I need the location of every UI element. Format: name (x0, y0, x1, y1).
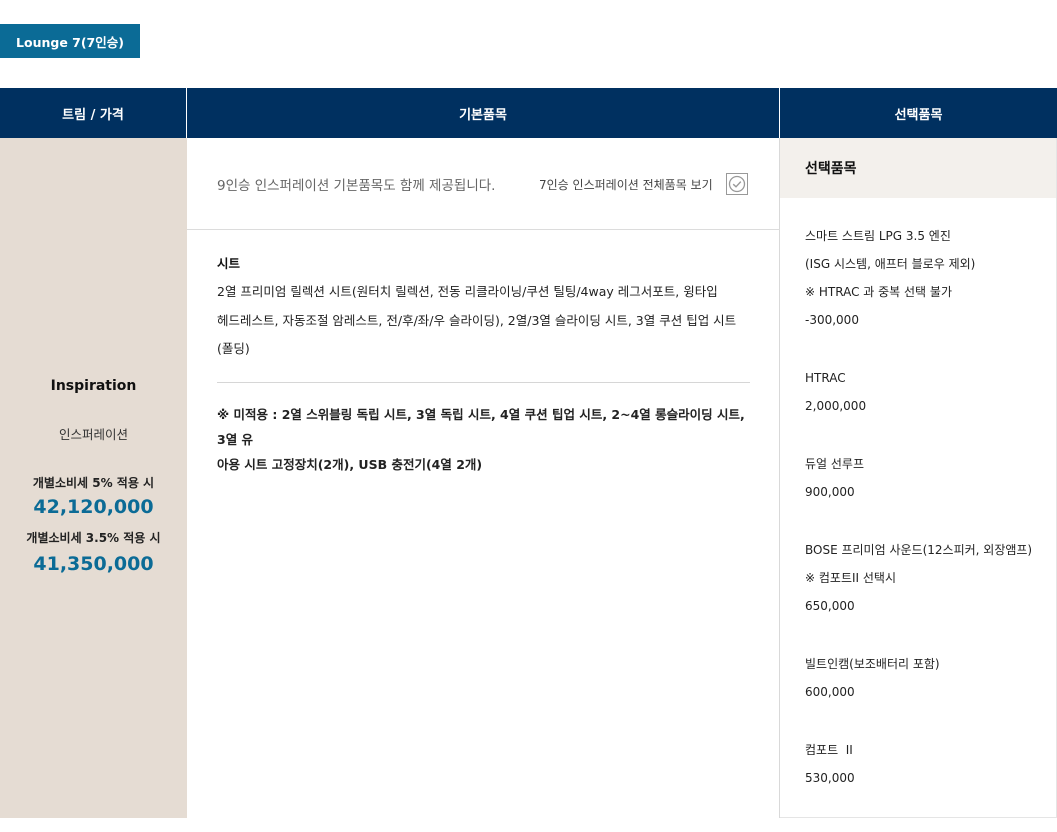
header-base-items: 기본품목 (187, 88, 780, 138)
note-line: ※ 미적용 : 2열 스위블링 독립 시트, 3열 독립 시트, 4열 쿠션 팁… (217, 407, 745, 447)
note-line: 아용 시트 고정장치(2개), USB 충전기(4열 2개) (217, 457, 483, 472)
option-item-dual-sunroof: 듀얼 선루프 900,000 (805, 450, 1050, 506)
option-line: 스마트 스트림 LPG 3.5 엔진 (805, 229, 951, 243)
seat-line: 헤드레스트, 자동조절 암레스트, 전/후/좌/우 슬라이딩), 2열/3열 슬… (217, 312, 737, 328)
table-body: Inspiration 인스퍼레이션 개별소비세 5% 적용 시 42,120,… (0, 138, 1057, 832)
option-items-column: 선택품목 스마트 스트림 LPG 3.5 엔진 (ISG 시스템, 애프터 블로… (780, 138, 1057, 818)
header-trim-price: 트림 / 가격 (0, 88, 187, 138)
check-circle-icon (728, 175, 746, 193)
option-item-builtin-cam: 빌트인캠(보조배터리 포함) 600,000 (805, 650, 1050, 706)
option-price: 600,000 (805, 685, 855, 699)
option-line: (ISG 시스템, 애프터 블로우 제외) (805, 257, 976, 271)
trim-name-korean: 인스퍼레이션 (58, 427, 128, 442)
trim-name: Inspiration (50, 378, 137, 394)
header-option-items: 선택품목 (894, 107, 943, 123)
seat-section: 시트 2열 프리미엄 릴렉션 시트(원터치 릴렉션, 전동 리클라이닝/쿠션 틸… (217, 250, 750, 364)
not-applied-note: ※ 미적용 : 2열 스위블링 독립 시트, 3열 독립 시트, 4열 쿠션 팁… (217, 402, 750, 477)
notice-row: 9인승 인스퍼레이션 기본품목도 함께 제공됩니다. 7인승 인스퍼레이션 전체… (187, 138, 780, 230)
option-price: 650,000 (805, 599, 855, 613)
tax-3-5-label: 개별소비세 3.5% 적용 시 (26, 531, 161, 545)
option-line: ※ HTRAC 과 중복 선택 불가 (805, 285, 952, 299)
seat-section-body: 2열 프리미엄 릴렉션 시트(원터치 릴렉션, 전동 리클라이닝/쿠션 틸팅/4… (217, 278, 750, 364)
option-item-lpg-engine: 스마트 스트림 LPG 3.5 엔진 (ISG 시스템, 애프터 블로우 제외)… (805, 222, 1050, 334)
option-price: 2,000,000 (805, 399, 867, 413)
option-item-htrac: HTRAC 2,000,000 (805, 364, 1050, 420)
trim-price-column: Inspiration 인스퍼레이션 개별소비세 5% 적용 시 42,120,… (0, 138, 187, 818)
option-line: HTRAC (805, 371, 846, 385)
option-line: 컴포트 II (805, 743, 853, 757)
option-line: 듀얼 선루프 (805, 457, 865, 471)
view-all-items-button[interactable] (726, 173, 748, 195)
option-line: 빌트인캠(보조배터리 포함) (805, 657, 940, 671)
seat-section-title: 시트 (217, 256, 241, 271)
seat-line: (폴딩) (217, 341, 250, 356)
notice-text: 9인승 인스퍼레이션 기본품목도 함께 제공됩니다. (217, 178, 496, 194)
option-price: 530,000 (805, 771, 855, 785)
tab-label: Lounge 7(7인승) (16, 34, 124, 50)
base-items-column: 9인승 인스퍼레이션 기본품목도 함께 제공됩니다. 7인승 인스퍼레이션 전체… (187, 138, 780, 818)
option-line: ※ 컴포트II 선택시 (805, 571, 897, 585)
option-line: BOSE 프리미엄 사운드(12스피커, 외장앰프) (805, 543, 1033, 557)
tax-3-5-price: 41,350,000 (33, 553, 154, 575)
section-divider (217, 382, 750, 383)
option-item-comfort-2: 컴포트 II 530,000 (805, 736, 1050, 792)
option-price: -300,000 (805, 313, 859, 327)
tax-5-label: 개별소비세 5% 적용 시 (32, 476, 155, 490)
option-item-bose-sound: BOSE 프리미엄 사운드(12스피커, 외장앰프) ※ 컴포트II 선택시 6… (805, 536, 1050, 620)
option-price: 900,000 (805, 485, 855, 499)
trim-options-page: Lounge 7(7인승) 트림 / 가격 기본품목 선택품목 Inspirat… (0, 0, 1057, 832)
option-title: 선택품목 (780, 138, 1056, 198)
seat-line: 2열 프리미엄 릴렉션 시트(원터치 릴렉션, 전동 리클라이닝/쿠션 틸팅/4… (217, 284, 718, 299)
view-all-items-link[interactable]: 7인승 인스퍼레이션 전체품목 보기 (539, 176, 713, 193)
table-header: 트림 / 가격 기본품목 선택품목 (0, 88, 1057, 138)
tax-5-price: 42,120,000 (33, 496, 154, 518)
tab-lounge-7[interactable]: Lounge 7(7인승) (0, 24, 140, 58)
